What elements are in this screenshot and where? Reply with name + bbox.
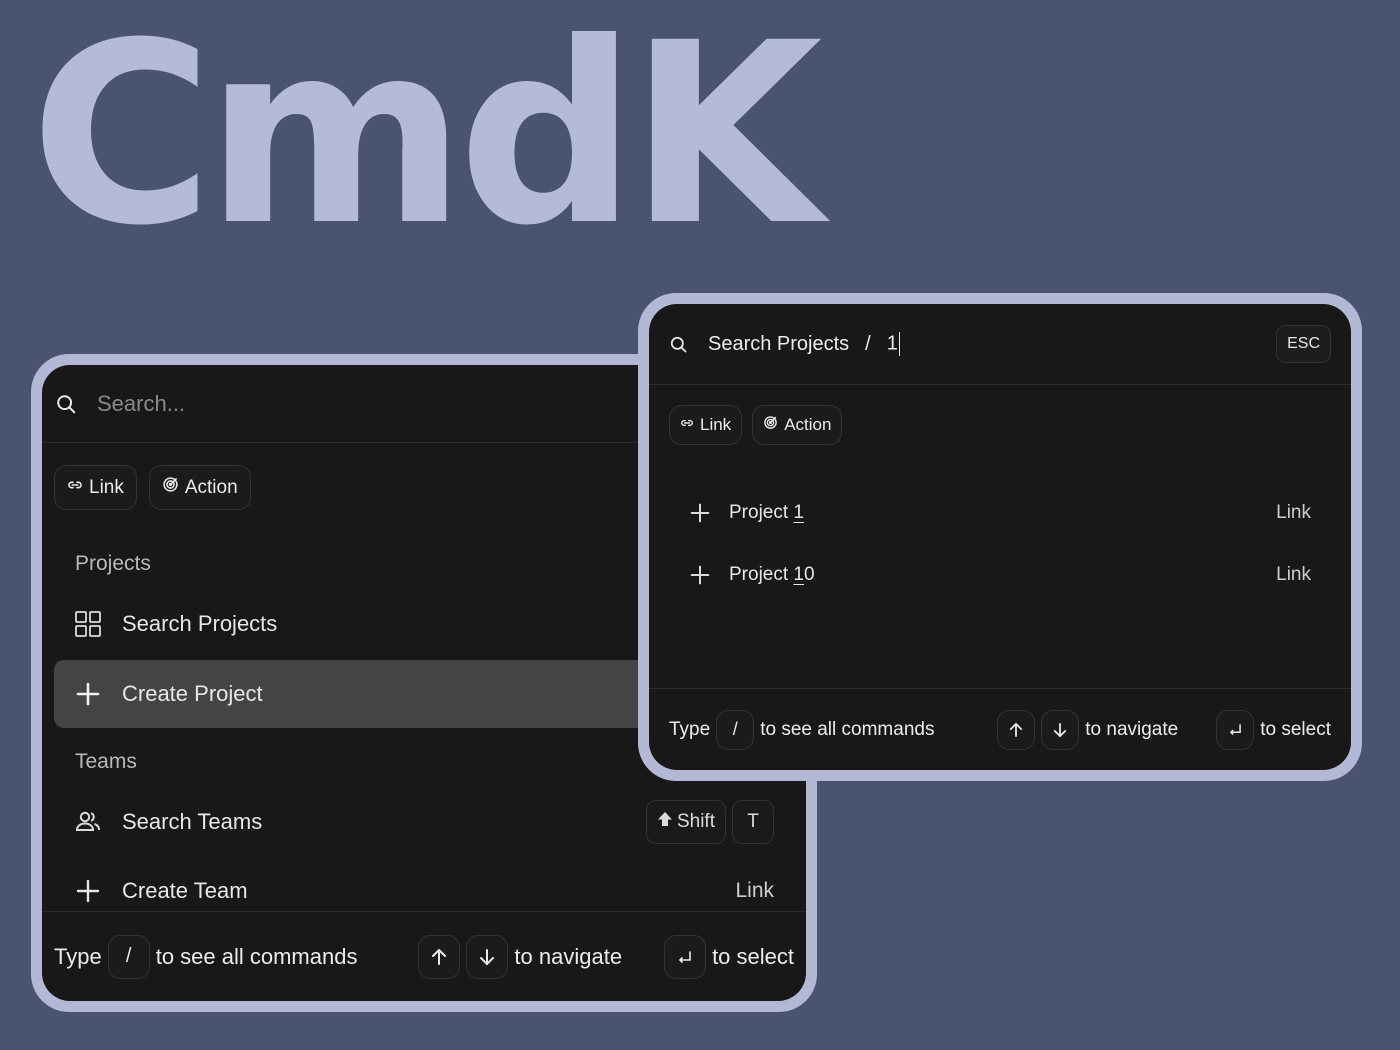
search-input[interactable]: Search Projects / 1 [708,332,1276,356]
command-item-label: Create Project [122,681,263,706]
target-icon [763,415,778,435]
front-searchbar: Search Projects / 1 ESC [649,304,1351,385]
hint-see-all-label: to see all commands [760,718,935,740]
link-icon [67,477,83,499]
command-item-type: Link [735,879,774,902]
hint-navigate-label: to navigate [1085,718,1179,740]
arrow-down-icon [466,934,509,979]
plus-icon [689,565,711,585]
grid-icon [74,610,102,638]
command-item-label: Create Team [122,878,248,903]
result-type: Link [1276,564,1311,585]
chip-label: Link [700,415,732,434]
t-key: T [732,800,774,844]
enter-key-icon [1216,709,1255,750]
search-icon [55,393,77,415]
filter-chip-action[interactable]: Action [752,405,843,445]
target-icon [162,476,179,499]
link-icon [680,415,694,435]
plus-icon [689,503,711,523]
search-input[interactable] [97,390,497,417]
slash-key: / [716,709,755,750]
hint-navigate: to navigate [418,934,623,979]
front-footer-hints: Type / to see all commands to navigate t… [649,688,1351,770]
result-type: Link [1276,502,1311,523]
result-label-suffix: 0 [804,564,815,585]
search-context: Search Projects [708,332,850,355]
search-query: 1 [886,332,898,355]
arrow-up-icon [418,934,461,979]
command-item-label: Search Projects [122,611,278,636]
hint-commands: Type / to see all commands [669,709,935,750]
result-label-prefix: Project [729,502,794,523]
filter-chip-link[interactable]: Link [54,465,137,510]
filter-chip-action[interactable]: Action [148,465,251,510]
hint-see-all-label: to see all commands [155,943,358,969]
search-icon [669,335,688,354]
plus-icon [74,879,102,903]
hint-navigate-label: to navigate [514,943,623,969]
shortcut-keys: Shift T [645,800,774,844]
hint-type-label: Type [54,943,102,969]
hint-select: to select [664,934,794,979]
hint-select-label: to select [1260,718,1331,740]
chip-label: Action [184,476,238,498]
back-footer-hints: Type / to see all commands to navigate t… [42,911,806,1001]
filter-chip-link[interactable]: Link [669,405,743,445]
hint-select-label: to select [712,943,794,969]
chip-label: Link [89,476,124,498]
front-palette-frame: Search Projects / 1 ESC Link Action Proj… [638,293,1362,781]
result-item-project-1[interactable]: Project 1 Link [669,482,1331,544]
plus-icon [74,682,102,706]
hero-title: CmdK [30,0,823,280]
hint-select: to select [1216,709,1331,750]
arrow-down-icon [1041,709,1080,750]
result-label-prefix: Project [729,564,794,585]
enter-key-icon [664,934,707,979]
users-icon [74,811,102,833]
result-label-match: 1 [793,502,804,523]
slash-key: / [107,934,150,979]
chip-label: Action [784,415,832,434]
text-caret [898,332,901,356]
hint-commands: Type / to see all commands [54,934,358,979]
command-item-search-teams[interactable]: Search Teams Shift T [54,788,794,856]
result-label: Project 1 [729,502,804,524]
front-command-palette: Search Projects / 1 ESC Link Action Proj… [649,304,1351,770]
search-separator: / [865,332,871,355]
esc-key[interactable]: ESC [1276,325,1331,363]
search-query-wrap: 1 [887,332,901,356]
arrow-up-icon [997,709,1036,750]
result-item-project-10[interactable]: Project 10 Link [669,544,1331,606]
hint-type-label: Type [669,718,711,740]
shift-key-label: Shift [676,811,715,832]
filter-chips: Link Action [649,385,1351,445]
result-label-match: 1 [793,564,804,585]
command-item-label: Search Teams [122,809,263,834]
shift-key: Shift [645,800,726,844]
hint-navigate: to navigate [997,709,1179,750]
result-label: Project 10 [729,564,815,586]
shift-arrow-icon [657,811,673,833]
